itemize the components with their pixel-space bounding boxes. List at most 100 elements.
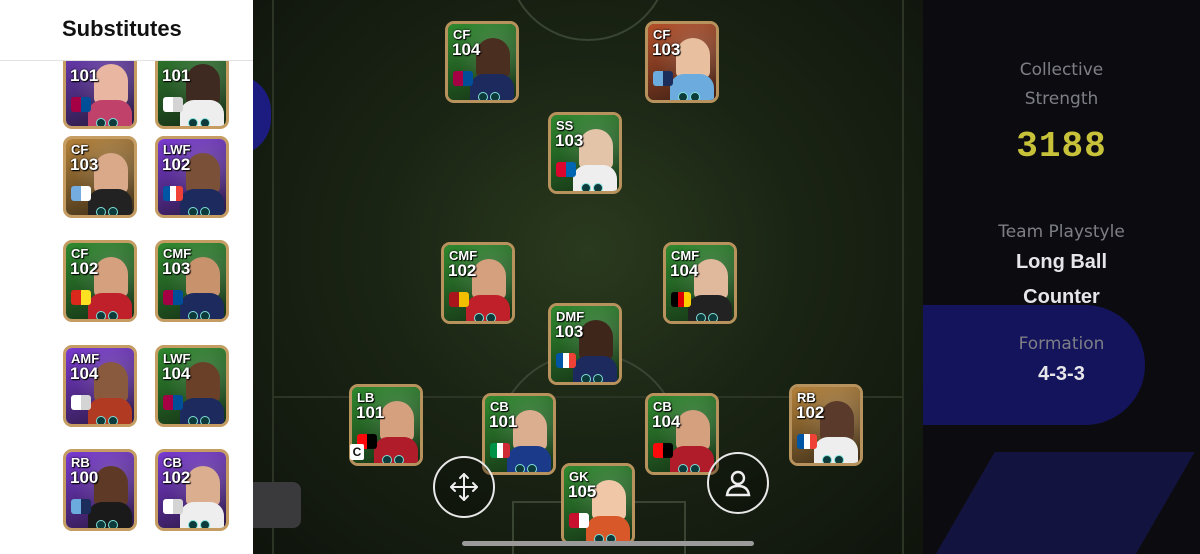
card-rating: 102 [162,155,191,174]
france-flag [797,434,817,449]
decor-stripe [931,452,1195,554]
player-card[interactable]: RB 100 [63,449,137,531]
collective-strength-label-2: Strength [1024,89,1099,109]
player-profile-button[interactable] [707,452,769,514]
bayern-badge [556,162,576,177]
player-portrait [579,129,613,169]
player-card[interactable]: CB 101 [482,393,556,475]
card-rating: 104 [452,40,481,59]
player-card[interactable]: DMF 103 [548,303,622,385]
player-portrait [94,64,128,104]
player-card[interactable]: CF 102 [63,240,137,322]
skill-dots [96,306,130,319]
france-flag [556,353,576,368]
barcelona-badge [71,97,91,112]
denmark-flag [569,513,589,528]
skill-dots [478,87,512,100]
move-button[interactable] [433,456,495,518]
player-card[interactable]: AMF 104 [63,345,137,427]
card-rating: 103 [652,40,681,59]
player-portrait [94,362,128,402]
card-rating: 104 [162,364,191,383]
card-rating: 102 [796,403,825,422]
skill-dots [96,515,130,528]
card-rating: 101 [162,66,191,85]
skill-dots [581,178,615,191]
player-card[interactable]: CF 103 [63,136,137,218]
formation-value: 4-3-3 [1038,363,1085,385]
player-portrait [186,64,220,104]
skill-dots [474,308,508,321]
player-card[interactable]: CB 102 [155,449,229,531]
substitutes-panel[interactable]: 101 101 CF 103 LWF 102 CF 102 CMF 103 AMF 104 LWF 104… [0,0,253,554]
collective-strength-value: 3188 [1016,126,1107,167]
card-rating: 103 [162,259,191,278]
card-rating: 102 [162,468,191,487]
team-summary-panel: Collective Strength 3188 Team Playstyle … [923,0,1200,554]
captain-tag: C [350,444,364,460]
card-rating: 103 [70,155,99,174]
ac-milan-badge [653,443,673,458]
player-portrait [186,257,220,297]
player-portrait [513,410,547,450]
italy-flag [490,443,510,458]
collective-strength-label-1: Collective [1019,60,1104,80]
real-madrid-badge [163,499,183,514]
skill-dots [188,202,222,215]
card-rating: 101 [356,403,385,422]
skill-dots [96,411,130,424]
player-card[interactable]: CMF 102 [441,242,515,324]
card-rating: 104 [652,412,681,431]
player-card[interactable]: CMF 103 [155,240,229,322]
card-rating: 100 [70,468,99,487]
team-playstyle-value-1: Long Ball [1015,251,1108,273]
player-card[interactable]: SS 103 [548,112,622,194]
skill-dots [382,450,416,463]
player-card[interactable]: CF 104 [445,21,519,103]
player-portrait [186,362,220,402]
skill-dots [96,202,130,215]
real-madrid-badge [163,97,183,112]
substitutes-header: Substitutes [0,0,253,61]
player-portrait [676,410,710,450]
player-portrait [676,38,710,78]
man-city-badge [71,499,91,514]
barcelona-badge [163,395,183,410]
person-icon [725,470,751,497]
player-card[interactable]: CB 104 [645,393,719,475]
player-card[interactable]: RB 102 [789,384,863,466]
argentina-flag [71,186,91,201]
player-card[interactable]: LWF 102 [155,136,229,218]
card-rating: 104 [70,364,99,383]
player-card[interactable]: CF 103 [645,21,719,103]
card-rating: 105 [568,482,597,501]
skill-dots [188,515,222,528]
team-playstyle-label: Team Playstyle [998,222,1125,242]
player-card[interactable]: GK 105 [561,463,635,545]
skill-dots [96,113,130,126]
card-rating: 102 [448,261,477,280]
player-card[interactable]: LWF 104 [155,345,229,427]
panel-tab[interactable] [253,482,301,528]
substitutes-title: Substitutes [62,16,182,41]
formation-label: Formation [1018,334,1105,354]
germany-flag [671,292,691,307]
skill-dots [678,459,712,472]
player-portrait [592,480,626,520]
skill-dots [515,459,549,472]
barcelona-badge [453,71,473,86]
team-playstyle-value-2: Counter [1023,286,1100,308]
barcelona-badge [163,290,183,305]
player-portrait [694,259,728,299]
player-card[interactable]: CMF 104 [663,242,737,324]
substitutes-grid: 101 101 CF 103 LWF 102 CF 102 CMF 103 AMF 104 LWF 104… [0,0,253,554]
man-united-badge [71,290,91,305]
real-madrid-badge [71,395,91,410]
player-portrait [472,259,506,299]
player-portrait [94,257,128,297]
skill-dots [581,369,615,382]
card-rating: 104 [670,261,699,280]
skill-dots [678,87,712,100]
skill-dots [188,306,222,319]
skill-dots [822,450,856,463]
